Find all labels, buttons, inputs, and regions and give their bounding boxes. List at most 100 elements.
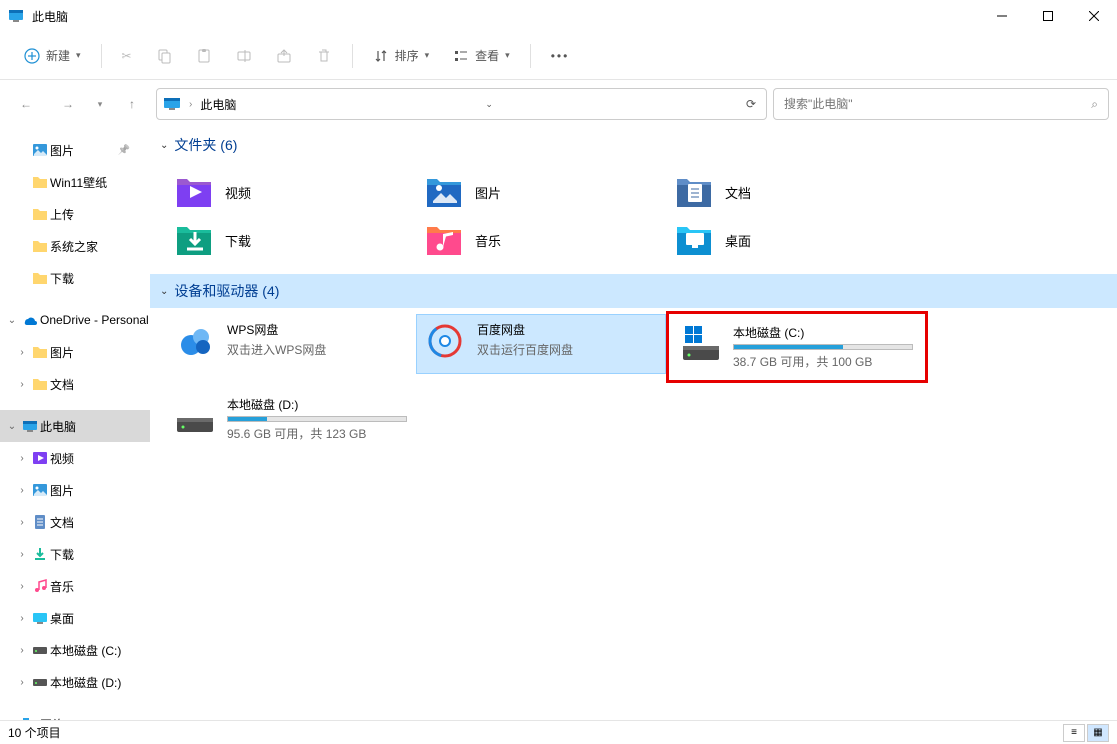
folder-tile[interactable]: 下载: [166, 216, 416, 264]
collapse-icon[interactable]: ⌄: [4, 315, 20, 326]
icons-view-button[interactable]: ▦: [1087, 724, 1109, 742]
share-icon: [276, 48, 292, 64]
folder-tile[interactable]: 视频: [166, 168, 416, 216]
expand-icon[interactable]: ›: [14, 677, 30, 688]
sidebar-item-label: 文档: [50, 514, 74, 531]
expand-icon[interactable]: ›: [14, 645, 30, 656]
expand-icon[interactable]: ›: [14, 347, 30, 358]
paste-button[interactable]: [186, 38, 222, 74]
collapse-icon[interactable]: ⌄: [160, 286, 168, 297]
drive-icon: [32, 642, 48, 658]
sidebar-item-network[interactable]: › 网络: [0, 708, 150, 720]
sidebar-item-label: 下载: [50, 546, 74, 563]
search-box[interactable]: ⌕: [773, 88, 1109, 120]
cloud-drive-tile[interactable]: WPS网盘双击进入WPS网盘: [166, 314, 416, 374]
folder-icon: [32, 206, 48, 222]
folder-icon: [32, 142, 48, 158]
rename-button[interactable]: [226, 38, 262, 74]
sidebar-item[interactable]: 系统之家: [0, 230, 150, 262]
view-button[interactable]: 查看 ▾: [443, 38, 520, 74]
group-header-folders[interactable]: ⌄ 文件夹 (6): [150, 128, 1117, 162]
sidebar-item[interactable]: 上传: [0, 198, 150, 230]
expand-icon[interactable]: ›: [14, 485, 30, 496]
minimize-button[interactable]: [979, 0, 1025, 32]
folder-tile[interactable]: 图片: [416, 168, 666, 216]
navigation-pane[interactable]: 图片Win11壁纸上传系统之家下载 ⌄ OneDrive - Personal …: [0, 128, 150, 720]
sidebar-item[interactable]: 图片: [0, 134, 150, 166]
collapse-icon[interactable]: ⌄: [4, 421, 20, 432]
delete-button[interactable]: [306, 38, 342, 74]
forward-button[interactable]: →: [50, 86, 86, 122]
sidebar-item[interactable]: › 桌面: [0, 602, 150, 634]
drive-tile[interactable]: 本地磁盘 (C:)38.7 GB 可用，共 100 GB: [672, 317, 922, 377]
search-icon: ⌕: [1091, 97, 1098, 112]
documents-icon: [32, 514, 48, 530]
sidebar-item-label: 桌面: [50, 610, 74, 627]
drive-subtitle: 双击运行百度网盘: [477, 341, 657, 358]
dropdown-button[interactable]: ⌄: [481, 99, 497, 110]
cut-button[interactable]: ✂: [112, 38, 142, 74]
sidebar-item-label: 本地磁盘 (C:): [50, 642, 121, 659]
back-button[interactable]: ←: [8, 86, 44, 122]
sidebar-item[interactable]: ›本地磁盘 (D:): [0, 666, 150, 698]
sidebar-item[interactable]: ›图片: [0, 336, 150, 368]
copy-button[interactable]: [146, 38, 182, 74]
folder-tile[interactable]: 桌面: [666, 216, 916, 264]
recent-button[interactable]: ▾: [92, 86, 108, 122]
group-header-drives[interactable]: ⌄ 设备和驱动器 (4): [150, 274, 1117, 308]
expand-icon[interactable]: ›: [14, 379, 30, 390]
refresh-button[interactable]: ⟳: [742, 97, 760, 111]
cloud-drive-tile[interactable]: 百度网盘双击运行百度网盘: [416, 314, 666, 374]
collapse-icon[interactable]: ⌄: [160, 140, 168, 151]
paste-icon: [196, 48, 212, 64]
expand-icon[interactable]: ›: [4, 719, 20, 721]
address-segment[interactable]: 此电脑: [200, 96, 236, 113]
sidebar-item[interactable]: › 本地磁盘 (C:): [0, 634, 150, 666]
sidebar-item-thispc[interactable]: ⌄ 此电脑: [0, 410, 150, 442]
drive-name: WPS网盘: [227, 321, 407, 338]
up-button[interactable]: ↑: [114, 86, 150, 122]
folder-label: 视频: [225, 183, 251, 202]
sidebar-item-label: Win11壁纸: [50, 174, 107, 191]
address-bar[interactable]: › 此电脑 ⌄ ⟳: [156, 88, 767, 120]
sidebar-item[interactable]: ›文档: [0, 368, 150, 400]
drive-status: 95.6 GB 可用，共 123 GB: [227, 425, 407, 442]
expand-icon[interactable]: ›: [14, 581, 30, 592]
new-button[interactable]: 新建 ▾: [14, 38, 91, 74]
sidebar-item[interactable]: ›图片: [0, 474, 150, 506]
drive-icon: [681, 324, 721, 364]
plus-circle-icon: [24, 48, 40, 64]
drive-tile[interactable]: 本地磁盘 (D:)95.6 GB 可用，共 123 GB: [166, 389, 416, 449]
maximize-button[interactable]: [1025, 0, 1071, 32]
details-view-button[interactable]: ≡: [1063, 724, 1085, 742]
copy-icon: [156, 48, 172, 64]
folder-tile[interactable]: 文档: [666, 168, 916, 216]
sidebar-item[interactable]: Win11壁纸: [0, 166, 150, 198]
sidebar-item-onedrive[interactable]: ⌄ OneDrive - Personal: [0, 304, 150, 336]
folder-tile[interactable]: 音乐: [416, 216, 666, 264]
sidebar-item-label: 上传: [50, 206, 74, 223]
sidebar-item-label: 视频: [50, 450, 74, 467]
expand-icon[interactable]: ›: [14, 453, 30, 464]
sidebar-item[interactable]: › 视频: [0, 442, 150, 474]
drive-name: 百度网盘: [477, 321, 657, 338]
toolbar: 新建 ▾ ✂ 排序 ▾ 查看 ▾ •••: [0, 32, 1117, 80]
folder-label: 音乐: [475, 231, 501, 250]
sidebar-item[interactable]: › 音乐: [0, 570, 150, 602]
expand-icon[interactable]: ›: [14, 517, 30, 528]
sidebar-item-label: 音乐: [50, 578, 74, 595]
close-button[interactable]: [1071, 0, 1117, 32]
drive-icon: [32, 674, 48, 690]
pictures-folder-icon: [425, 173, 463, 211]
downloads-folder-icon: [175, 221, 213, 259]
share-button[interactable]: [266, 38, 302, 74]
sidebar-item-label: 图片: [50, 142, 74, 159]
more-button[interactable]: •••: [541, 38, 580, 74]
sort-button[interactable]: 排序 ▾: [363, 38, 440, 74]
sidebar-item[interactable]: › 下载: [0, 538, 150, 570]
expand-icon[interactable]: ›: [14, 549, 30, 560]
expand-icon[interactable]: ›: [14, 613, 30, 624]
sidebar-item[interactable]: 下载: [0, 262, 150, 294]
sidebar-item[interactable]: › 文档: [0, 506, 150, 538]
search-input[interactable]: [784, 97, 1091, 111]
